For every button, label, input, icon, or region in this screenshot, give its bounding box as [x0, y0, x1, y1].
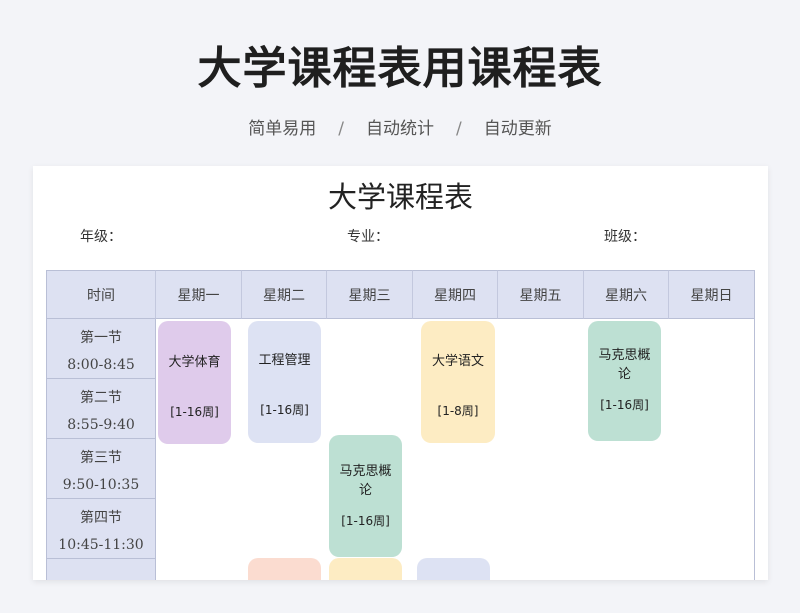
separator: /	[338, 119, 344, 139]
page-title: 大学课程表用课程表	[197, 43, 603, 94]
course-card[interactable]: 马克思概论 [1-16周]	[588, 321, 661, 441]
feature-item: 自动统计	[366, 119, 434, 139]
schedule-title: 大学课程表	[327, 180, 473, 214]
course-card[interactable]: 工程管理 [1-16周]	[248, 321, 321, 443]
course-name: 大学语文	[431, 354, 484, 369]
period-time: 9:50-10:35	[62, 477, 140, 493]
period-row: 第四节 10:45-11:30	[47, 499, 156, 559]
day-header-tue: 星期二	[242, 270, 327, 319]
course-name: 马克思概论	[339, 464, 392, 498]
period-name: 第二节	[80, 390, 122, 406]
period-row: 第二节 8:55-9:40	[47, 379, 156, 439]
course-card[interactable]: 大学体育 [1-16周]	[158, 321, 231, 444]
period-name: 第四节	[80, 510, 122, 526]
class-label: 班级：	[604, 229, 646, 245]
day-header-sun: 星期日	[669, 270, 754, 319]
grade-label: 年级：	[80, 229, 122, 245]
period-time: 10:45-11:30	[58, 537, 144, 553]
separator: /	[456, 119, 462, 139]
period-row: 第一节 8:00-8:45	[47, 319, 156, 379]
course-card-partial[interactable]	[417, 558, 490, 580]
day-header-thu: 星期四	[413, 270, 498, 319]
period-time: 8:00-8:45	[67, 357, 135, 373]
feature-tagline: 简单易用 / 自动统计 / 自动更新	[0, 114, 800, 139]
period-name: 第三节	[80, 450, 122, 466]
time-header: 时间	[47, 270, 156, 319]
major-label: 专业：	[347, 229, 389, 245]
day-header-fri: 星期五	[498, 270, 584, 319]
period-row: 第三节 9:50-10:35	[47, 439, 156, 499]
schedule-sheet: 大学课程表 年级： 专业： 班级： 时间 星期一 星期二 星期三 星期四 星期五…	[33, 166, 768, 580]
period-name: 第一节	[80, 330, 122, 346]
course-weeks: [1-16周]	[600, 398, 649, 412]
course-name: 工程管理	[258, 353, 311, 368]
feature-item: 自动更新	[483, 119, 552, 139]
course-weeks: [1-16周]	[170, 405, 219, 419]
day-header-mon: 星期一	[156, 270, 242, 319]
period-time: 8:55-9:40	[67, 417, 135, 433]
course-card-partial[interactable]	[329, 558, 402, 580]
course-weeks: [1-8周]	[437, 404, 479, 418]
day-header-sat: 星期六	[584, 270, 669, 319]
course-card-partial[interactable]	[248, 558, 321, 580]
period-row	[47, 559, 156, 580]
feature-item: 简单易用	[248, 119, 317, 139]
timetable: 时间 星期一 星期二 星期三 星期四 星期五 星期六 星期日 第一节 8:00-…	[46, 270, 755, 580]
course-weeks: [1-16周]	[260, 403, 309, 417]
course-name: 大学体育	[168, 355, 221, 370]
day-header-wed: 星期三	[327, 270, 413, 319]
course-card[interactable]: 马克思概论 [1-16周]	[329, 435, 402, 557]
course-weeks: [1-16周]	[341, 514, 390, 528]
course-card[interactable]: 大学语文 [1-8周]	[421, 321, 495, 443]
course-name: 马克思概论	[598, 348, 651, 382]
